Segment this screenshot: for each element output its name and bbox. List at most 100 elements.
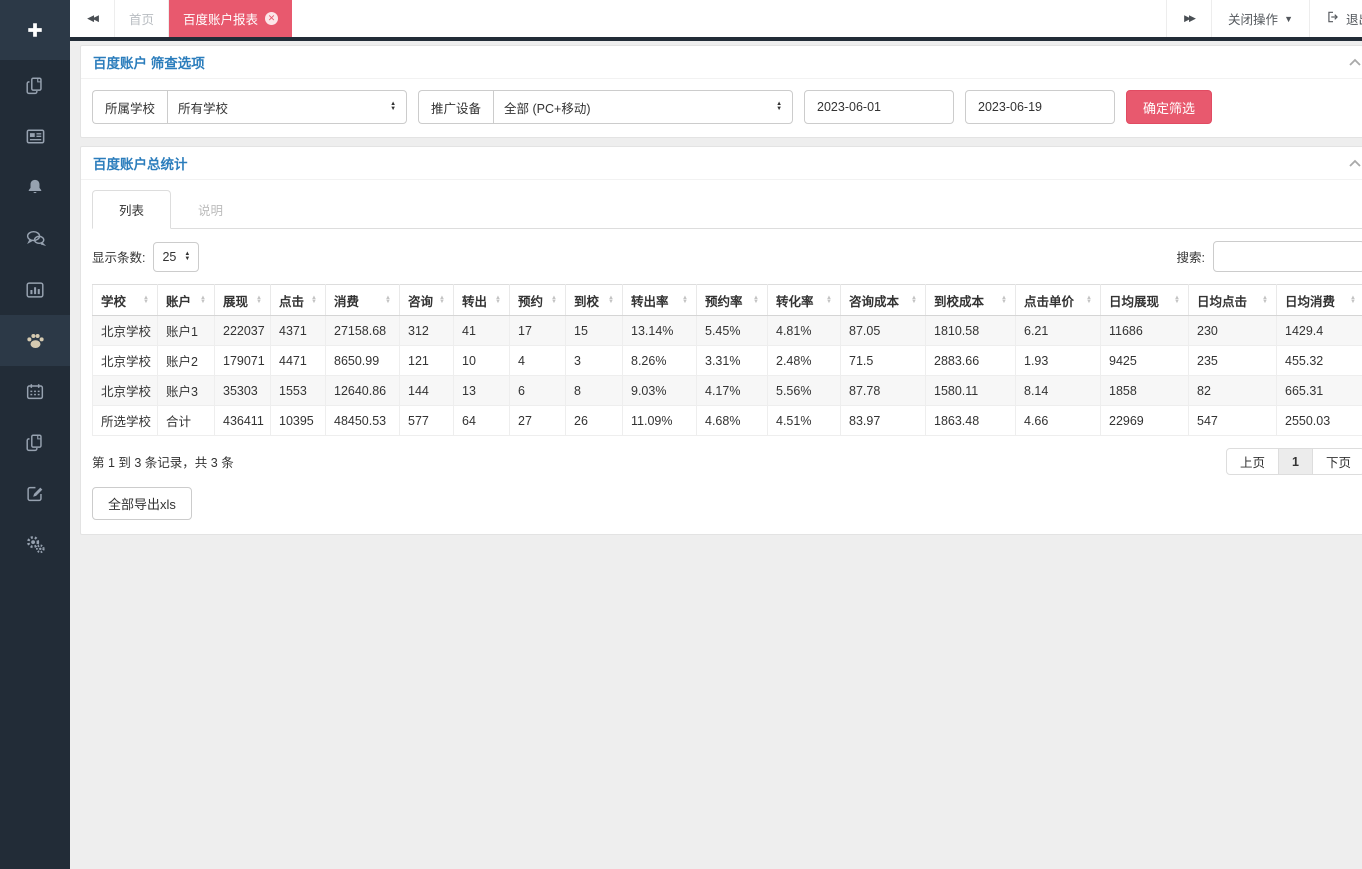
school-select[interactable]: 所有学校 ▲▼ <box>167 90 407 124</box>
column-header[interactable]: 到校▲▼ <box>566 285 623 316</box>
stats-panel-body: 列表 说明 显示条数: 25 ▲▼ 搜索: <box>81 180 1362 534</box>
device-select-value: 全部 (PC+移动) <box>504 98 590 117</box>
table-cell: 455.32 <box>1277 346 1362 376</box>
search-input[interactable] <box>1213 241 1362 272</box>
tab-baidu-report[interactable]: 百度账户报表 ✕ <box>169 0 292 37</box>
table-cell: 2550.03 <box>1277 406 1362 436</box>
table-cell: 12640.86 <box>326 376 400 406</box>
table-cell: 8.14 <box>1016 376 1101 406</box>
column-header[interactable]: 转出率▲▼ <box>623 285 697 316</box>
school-filter-group: 所属学校 所有学校 ▲▼ <box>92 90 407 124</box>
table-cell: 71.5 <box>841 346 926 376</box>
column-header[interactable]: 咨询成本▲▼ <box>841 285 926 316</box>
collapse-stats-panel-icon[interactable] <box>1346 157 1362 170</box>
next-page-button[interactable]: 下页 <box>1312 448 1362 475</box>
collapse-filter-panel-icon[interactable] <box>1346 56 1362 69</box>
page-size-value: 25 <box>162 250 176 264</box>
prev-page-button[interactable]: 上页 <box>1226 448 1279 475</box>
table-cell: 35303 <box>215 376 271 406</box>
end-date-input[interactable] <box>965 90 1115 124</box>
column-header[interactable]: 日均消费▲▼ <box>1277 285 1362 316</box>
close-tab-icon[interactable]: ✕ <box>265 12 278 25</box>
table-cell: 27158.68 <box>326 316 400 346</box>
column-header[interactable]: 点击▲▼ <box>271 285 326 316</box>
sort-icon: ▲▼ <box>826 296 832 305</box>
select-arrows-icon: ▲▼ <box>776 102 782 112</box>
sidebar-item-settings[interactable] <box>0 519 70 570</box>
sidebar-item-news[interactable] <box>0 111 70 162</box>
device-filter-label: 推广设备 <box>418 90 493 124</box>
table-cell: 8 <box>566 376 623 406</box>
table-cell: 17 <box>510 316 566 346</box>
export-xls-button[interactable]: 全部导出xls <box>92 487 192 520</box>
table-cell: 436411 <box>215 406 271 436</box>
add-button[interactable] <box>0 0 70 60</box>
sidebar-item-edit[interactable] <box>0 468 70 519</box>
table-cell: 26 <box>566 406 623 436</box>
sidebar-item-messages[interactable] <box>0 213 70 264</box>
sidebar-item-files[interactable] <box>0 417 70 468</box>
table-cell: 北京学校 <box>93 316 158 346</box>
sidebar-item-reports[interactable] <box>0 264 70 315</box>
logout-button[interactable]: 退出 <box>1309 0 1362 37</box>
column-header[interactable]: 点击单价▲▼ <box>1016 285 1101 316</box>
newspaper-icon <box>24 125 47 148</box>
filter-panel: 百度账户 筛查选项 所属学校 所有学校 ▲▼ 推广设备 <box>80 45 1362 138</box>
calendar-icon <box>24 381 46 403</box>
table-cell: 北京学校 <box>93 346 158 376</box>
sort-icon: ▲▼ <box>495 296 501 305</box>
page-size-select[interactable]: 25 ▲▼ <box>153 242 199 272</box>
column-header[interactable]: 学校▲▼ <box>93 285 158 316</box>
search-control: 搜索: <box>1177 241 1362 272</box>
edit-icon <box>24 483 46 505</box>
start-date-input[interactable] <box>804 90 954 124</box>
column-header[interactable]: 到校成本▲▼ <box>926 285 1016 316</box>
scroll-tabs-left-button[interactable]: ◀◀ <box>70 0 115 37</box>
table-cell: 82 <box>1189 376 1277 406</box>
column-header[interactable]: 转出▲▼ <box>454 285 510 316</box>
select-arrows-icon: ▲▼ <box>184 252 190 262</box>
table-cell: 4.68% <box>697 406 768 436</box>
tab-home[interactable]: 首页 <box>115 0 169 37</box>
table-cell: 账户3 <box>158 376 215 406</box>
scroll-tabs-right-button[interactable]: ▶▶ <box>1166 0 1211 37</box>
column-label: 日均点击 <box>1197 291 1247 310</box>
confirm-filter-button[interactable]: 确定筛选 <box>1126 90 1212 124</box>
table-row: 北京学校账户1222037437127158.6831241171513.14%… <box>93 316 1362 346</box>
column-header[interactable]: 展现▲▼ <box>215 285 271 316</box>
table-cell: 64 <box>454 406 510 436</box>
sidebar-item-documents[interactable] <box>0 60 70 111</box>
tab-list[interactable]: 列表 <box>92 190 171 229</box>
sort-icon: ▲▼ <box>385 296 391 305</box>
school-select-value: 所有学校 <box>178 98 228 117</box>
device-select[interactable]: 全部 (PC+移动) ▲▼ <box>493 90 793 124</box>
table-cell: 4371 <box>271 316 326 346</box>
table-cell: 15 <box>566 316 623 346</box>
table-cell: 1580.11 <box>926 376 1016 406</box>
stats-panel: 百度账户总统计 列表 说明 显示条数: 25 <box>80 146 1362 535</box>
table-cell: 6.21 <box>1016 316 1101 346</box>
sidebar-item-baidu[interactable] <box>0 315 70 366</box>
sort-icon: ▲▼ <box>439 296 445 305</box>
close-operations-button[interactable]: 关闭操作 ▼ <box>1211 0 1309 37</box>
tab-description[interactable]: 说明 <box>171 190 250 229</box>
column-header[interactable]: 消费▲▼ <box>326 285 400 316</box>
column-header[interactable]: 预约▲▼ <box>510 285 566 316</box>
page-1-button[interactable]: 1 <box>1278 448 1313 475</box>
column-header[interactable]: 日均展现▲▼ <box>1101 285 1189 316</box>
column-header[interactable]: 日均点击 ▲▼ <box>1189 285 1277 316</box>
column-label: 咨询成本 <box>849 291 899 310</box>
column-header[interactable]: 咨询 ▲▼ <box>400 285 454 316</box>
table-cell: 1553 <box>271 376 326 406</box>
paw-icon <box>24 329 47 352</box>
stats-tabs: 列表 说明 <box>92 190 1362 229</box>
sort-icon: ▲▼ <box>1262 296 1268 305</box>
column-header[interactable]: 转化率▲▼ <box>768 285 841 316</box>
column-header[interactable]: 预约率▲▼ <box>697 285 768 316</box>
sidebar-item-calendar[interactable] <box>0 366 70 417</box>
column-label: 咨询 <box>408 291 433 310</box>
table-cell: 1863.48 <box>926 406 1016 436</box>
sidebar-item-notifications[interactable] <box>0 162 70 213</box>
column-header[interactable]: 账户▲▼ <box>158 285 215 316</box>
column-label: 转出率 <box>631 291 669 310</box>
